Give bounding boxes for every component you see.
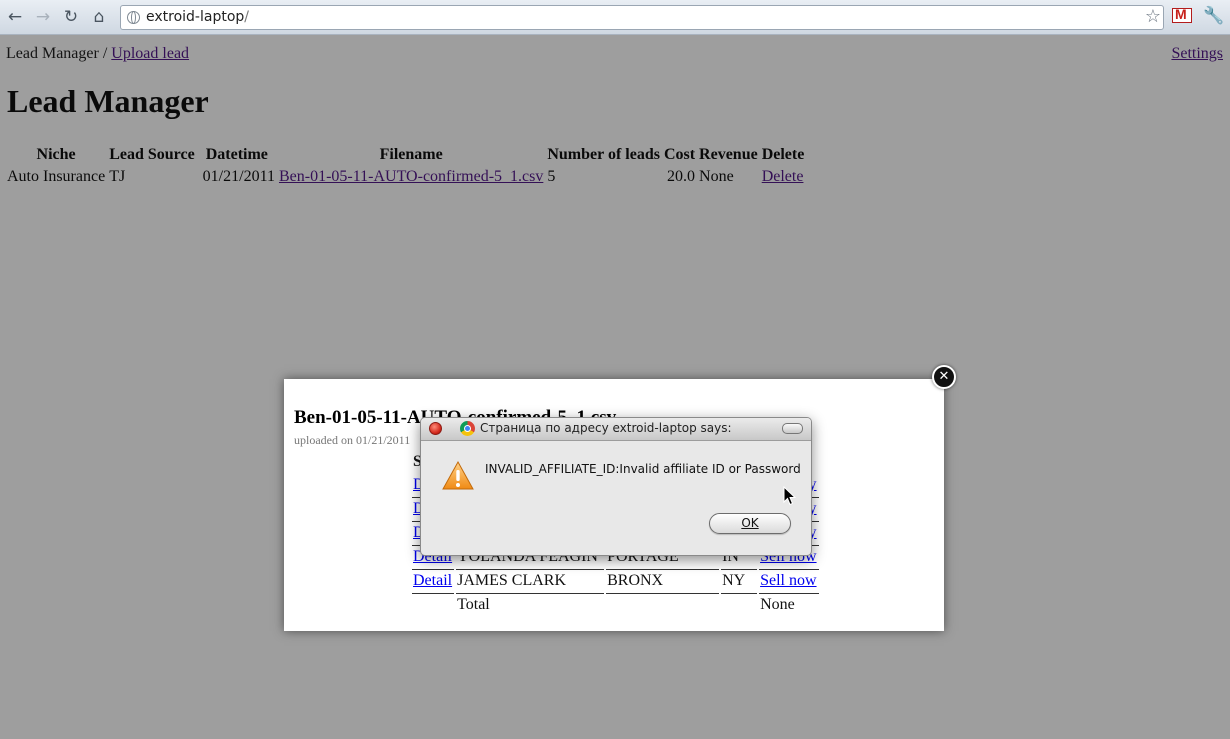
alert-titlebar: Страница по адресу extroid-laptop says: xyxy=(421,418,811,441)
warning-icon xyxy=(442,460,474,490)
reload-icon[interactable]: ↻ xyxy=(60,7,82,27)
mouse-cursor-icon xyxy=(783,486,797,506)
home-icon[interactable]: ⌂ xyxy=(88,7,110,27)
address-bar[interactable]: extroid-laptop/ ☆ xyxy=(120,5,1164,30)
toolbar-toggle-icon[interactable] xyxy=(782,423,803,434)
modal-subtitle: uploaded on 01/21/2011 xyxy=(294,433,411,447)
modal-close-icon[interactable]: ✕ xyxy=(932,365,956,389)
ok-button[interactable]: OK xyxy=(709,513,791,534)
sell-now-link[interactable]: Sell now xyxy=(760,572,816,589)
forward-arrow-icon[interactable]: → xyxy=(32,7,54,27)
chrome-logo-icon xyxy=(460,421,475,436)
action-cell: Sell now xyxy=(759,570,819,594)
empty-cell xyxy=(412,594,454,617)
bookmark-star-icon[interactable]: ☆ xyxy=(1145,6,1161,27)
name-cell: JAMES CLARK xyxy=(456,570,605,594)
detail-cell: Detail xyxy=(412,570,455,594)
alert-title: Страница по адресу extroid-laptop says: xyxy=(480,421,732,435)
total-row: Total None xyxy=(412,594,819,617)
browser-toolbar: ← → ↻ ⌂ extroid-laptop/ ☆ 🔧 xyxy=(0,0,1230,35)
wrench-icon[interactable]: 🔧 xyxy=(1203,6,1224,26)
globe-icon xyxy=(127,11,140,24)
alert-message: INVALID_AFFILIATE_ID:Invalid affiliate I… xyxy=(485,462,801,476)
total-label: Total xyxy=(457,596,490,613)
ok-button-label: OK xyxy=(741,516,759,530)
city-cell: BRONX xyxy=(606,570,720,594)
empty-cell xyxy=(606,594,719,617)
table-row: Detail JAMES CLARK BRONX NY Sell now xyxy=(412,570,819,594)
url-text: extroid-laptop/ xyxy=(146,9,249,25)
back-arrow-icon[interactable]: ← xyxy=(4,7,26,27)
close-window-icon[interactable] xyxy=(429,422,442,435)
gmail-icon[interactable] xyxy=(1172,6,1192,23)
total-value: None xyxy=(760,596,795,613)
alert-dialog: Страница по адресу extroid-laptop says: … xyxy=(420,417,812,556)
empty-cell xyxy=(721,594,757,617)
detail-link[interactable]: Detail xyxy=(413,572,452,589)
state-cell: NY xyxy=(721,570,758,594)
